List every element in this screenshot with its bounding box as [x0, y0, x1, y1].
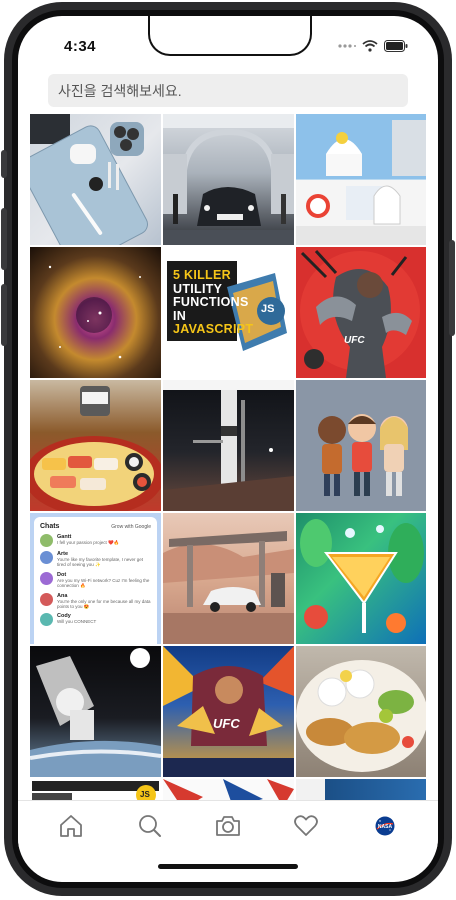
- chat-message: Are you my Wi-Fi network? Cuz I'm feelin…: [57, 577, 150, 589]
- nasa-avatar-icon: NASA: [375, 816, 395, 835]
- cocktail-art: [300, 519, 424, 633]
- tile-desert-gas-station[interactable]: [163, 513, 294, 644]
- js-caption-line-2: UTILITY: [173, 281, 223, 296]
- tile-cartoon-characters[interactable]: [296, 380, 426, 511]
- astronaut-art: [30, 648, 161, 777]
- chats-title: Chats: [40, 523, 60, 530]
- chat-row: Dot Are you my Wi-Fi network? Cuz I'm fee…: [40, 571, 151, 589]
- gas-station-art: [163, 531, 294, 644]
- ufc-poster-art: [163, 646, 294, 777]
- heart-icon: [294, 814, 319, 836]
- rice-plate-art: [296, 660, 426, 772]
- wifi-icon: [362, 40, 378, 52]
- signal-icon: [338, 44, 356, 48]
- nasa-label: NASA: [378, 824, 393, 830]
- camera-icon: [216, 815, 240, 836]
- sushi-art: [30, 386, 161, 511]
- tile-google-android-statues[interactable]: [296, 114, 426, 245]
- tile-ufc-fighter-art[interactable]: UFC: [296, 247, 426, 378]
- iphone-airpods-art: [30, 114, 148, 245]
- power-button: [449, 240, 455, 336]
- tile-poster-partial[interactable]: [163, 779, 294, 800]
- avatar: [40, 534, 53, 547]
- ufc-poster-caption: UFC: [213, 716, 240, 731]
- chats-brand: Grow with Google: [111, 523, 151, 530]
- chat-message: You're the only one for me because all m…: [57, 598, 151, 609]
- js-caption-line-1: 5 KILLER: [173, 268, 231, 282]
- tile-ufc-poster[interactable]: UFC: [163, 646, 294, 777]
- tab-profile[interactable]: NASA: [365, 806, 405, 846]
- js-caption-line-5: JAVASCRIPT: [173, 322, 254, 336]
- volume-down-button: [1, 284, 7, 346]
- avatar: [40, 551, 53, 564]
- avatar: [40, 613, 53, 627]
- rocket-art: [163, 380, 294, 511]
- home-icon: [60, 814, 83, 837]
- js-caption-line-4: IN: [173, 308, 187, 323]
- search-field[interactable]: [48, 74, 408, 107]
- chat-row: Ana You're the only one for me because al…: [40, 592, 151, 610]
- mute-switch: [1, 150, 7, 178]
- ufc-fighter-art: [300, 249, 420, 378]
- tile-js-utility-functions[interactable]: 5 KILLER UTILITY FUNCTIONS IN JAVASCRIPT…: [163, 247, 294, 378]
- home-indicator: [158, 864, 298, 869]
- chat-message: Will you CONNECT: [57, 619, 97, 625]
- ufc-caption: UFC: [344, 335, 365, 346]
- tile-tesla-showroom[interactable]: [163, 114, 294, 245]
- chat-row: Cody Will you CONNECT: [40, 613, 151, 627]
- poster-partial-art: [163, 779, 294, 800]
- google-statues-art: [296, 114, 426, 245]
- tile-chats-mockup[interactable]: Chats Grow with Google Gantt I fell your …: [30, 513, 161, 644]
- chats-mock: Chats Grow with Google Gantt I fell your …: [34, 517, 157, 644]
- tab-search[interactable]: [130, 806, 170, 846]
- tile-blue-partial[interactable]: [296, 779, 426, 800]
- tab-home[interactable]: [51, 806, 91, 846]
- photo-grid[interactable]: 5 KILLER UTILITY FUNCTIONS IN JAVASCRIPT…: [30, 114, 426, 800]
- phone-device: 4:34 사진을 검색해보세요. 5 KILLER UTILITY FUNCTI…: [0, 0, 456, 900]
- tile-astronaut-spacewalk[interactable]: [30, 646, 161, 777]
- tab-bar: NASA: [18, 800, 438, 850]
- tile-rocket-launchpad[interactable]: [163, 380, 294, 511]
- volume-up-button: [1, 208, 7, 270]
- tile-sushi-platter[interactable]: [30, 380, 161, 511]
- tab-camera[interactable]: [208, 806, 248, 846]
- tab-activity[interactable]: [286, 806, 326, 846]
- status-icons: [338, 40, 408, 52]
- tesla-showroom-art: [163, 114, 294, 245]
- nebula-art: [48, 265, 141, 359]
- notch: [148, 16, 312, 56]
- chat-row: Gantt I fell your passion project ❤️🔥: [40, 534, 151, 547]
- tile-iphone-airpods[interactable]: [30, 114, 161, 245]
- screen: 4:34 사진을 검색해보세요. 5 KILLER UTILITY FUNCTI…: [18, 16, 438, 882]
- chat-row: Arte You're like my favorite template, I …: [40, 551, 151, 568]
- tile-nebula[interactable]: [30, 247, 161, 378]
- chat-message: You're like my favorite template, I neve…: [57, 557, 143, 568]
- tile-cocktail-splash[interactable]: [296, 513, 426, 644]
- js-badge: JS: [261, 303, 275, 315]
- status-time: 4:34: [64, 38, 97, 55]
- tile-js-partial[interactable]: JS: [30, 779, 161, 800]
- tile-rice-plate[interactable]: [296, 646, 426, 777]
- battery-icon: [384, 40, 408, 52]
- js-caption-line-3: FUNCTIONS: [173, 295, 249, 309]
- js-partial-badge: JS: [140, 790, 150, 799]
- avatar: [40, 571, 53, 585]
- cartoon-characters-art: [318, 414, 408, 496]
- chat-message: I fell your passion project ❤️🔥: [57, 540, 120, 545]
- search-input[interactable]: [48, 74, 408, 107]
- avatar: [40, 592, 53, 606]
- search-icon: [138, 814, 161, 837]
